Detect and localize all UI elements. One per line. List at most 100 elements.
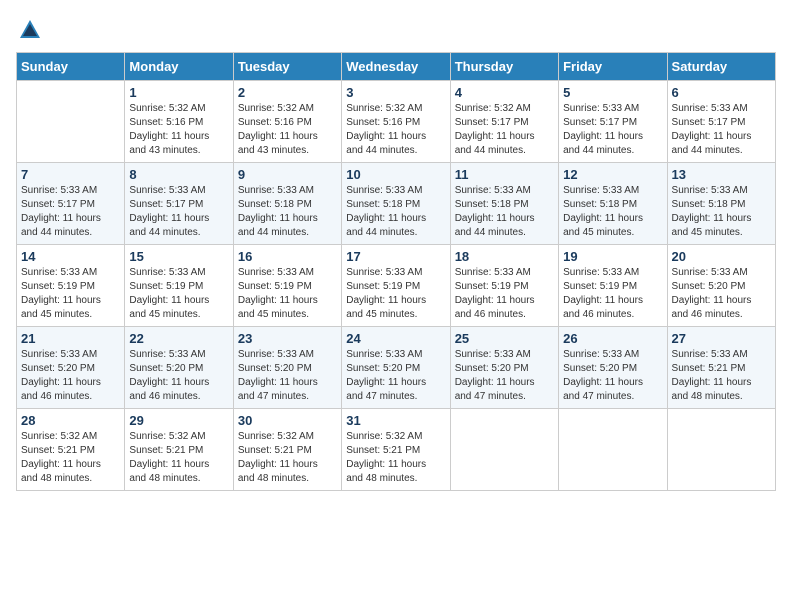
week-row-5: 28 Sunrise: 5:32 AM Sunset: 5:21 PM Dayli…: [17, 409, 776, 491]
day-cell: 29 Sunrise: 5:32 AM Sunset: 5:21 PM Dayli…: [125, 409, 233, 491]
day-cell: 24Sunrise: 5:33 AM Sunset: 5:20 PM Dayli…: [342, 327, 450, 409]
day-detail: Sunrise: 5:33 AM Sunset: 5:21 PM Dayligh…: [672, 348, 771, 404]
day-cell: 15Sunrise: 5:33 AM Sunset: 5:19 PM Dayli…: [125, 245, 233, 327]
day-detail: Sunrise: 5:33 AM Sunset: 5:17 PM Dayligh…: [672, 102, 771, 158]
day-detail: Sunrise: 5:33 AM Sunset: 5:18 PM Dayligh…: [672, 184, 771, 240]
day-number: 12: [563, 167, 662, 182]
day-detail: Sunrise: 5:33 AM Sunset: 5:18 PM Dayligh…: [238, 184, 337, 240]
day-detail: Sunrise: 5:32 AM Sunset: 5:21 PM Dayligh…: [129, 430, 228, 486]
column-header-monday: Monday: [125, 53, 233, 81]
day-number: 2: [238, 85, 337, 100]
day-number: 11: [455, 167, 554, 182]
day-cell: 10 Sunrise: 5:33 AM Sunset: 5:18 PM Dayli…: [342, 163, 450, 245]
day-cell: 17 Sunrise: 5:33 AM Sunset: 5:19 PM Dayli…: [342, 245, 450, 327]
day-detail: Sunrise: 5:33 AM Sunset: 5:18 PM Dayligh…: [455, 184, 554, 240]
column-header-tuesday: Tuesday: [233, 53, 341, 81]
calendar-header-row: SundayMondayTuesdayWednesdayThursdayFrid…: [17, 53, 776, 81]
day-cell: 7 Sunrise: 5:33 AM Sunset: 5:17 PM Daylig…: [17, 163, 125, 245]
week-row-1: 1Sunrise: 5:32 AM Sunset: 5:16 PM Daylig…: [17, 81, 776, 163]
day-cell: 13 Sunrise: 5:33 AM Sunset: 5:18 PM Dayli…: [667, 163, 775, 245]
day-cell: 1Sunrise: 5:32 AM Sunset: 5:16 PM Daylig…: [125, 81, 233, 163]
day-number: 5: [563, 85, 662, 100]
day-detail: Sunrise: 5:33 AM Sunset: 5:20 PM Dayligh…: [346, 348, 445, 404]
day-number: 22: [129, 331, 228, 346]
day-number: 8: [129, 167, 228, 182]
week-row-2: 7 Sunrise: 5:33 AM Sunset: 5:17 PM Daylig…: [17, 163, 776, 245]
day-number: 31: [346, 413, 445, 428]
day-number: 29: [129, 413, 228, 428]
day-number: 9: [238, 167, 337, 182]
day-cell: 12 Sunrise: 5:33 AM Sunset: 5:18 PM Dayli…: [559, 163, 667, 245]
day-number: 13: [672, 167, 771, 182]
column-header-wednesday: Wednesday: [342, 53, 450, 81]
column-header-friday: Friday: [559, 53, 667, 81]
day-cell: 14Sunrise: 5:33 AM Sunset: 5:19 PM Dayli…: [17, 245, 125, 327]
day-detail: Sunrise: 5:33 AM Sunset: 5:20 PM Dayligh…: [21, 348, 120, 404]
day-number: 18: [455, 249, 554, 264]
day-detail: Sunrise: 5:32 AM Sunset: 5:17 PM Dayligh…: [455, 102, 554, 158]
column-header-sunday: Sunday: [17, 53, 125, 81]
day-number: 30: [238, 413, 337, 428]
day-number: 25: [455, 331, 554, 346]
day-number: 17: [346, 249, 445, 264]
day-number: 19: [563, 249, 662, 264]
day-cell: 3Sunrise: 5:32 AM Sunset: 5:16 PM Daylig…: [342, 81, 450, 163]
day-cell: 2 Sunrise: 5:32 AM Sunset: 5:16 PM Daylig…: [233, 81, 341, 163]
day-detail: Sunrise: 5:32 AM Sunset: 5:21 PM Dayligh…: [21, 430, 120, 486]
logo-icon: [16, 16, 44, 44]
day-cell: 25 Sunrise: 5:33 AM Sunset: 5:20 PM Dayli…: [450, 327, 558, 409]
day-detail: Sunrise: 5:33 AM Sunset: 5:18 PM Dayligh…: [346, 184, 445, 240]
day-detail: Sunrise: 5:32 AM Sunset: 5:16 PM Dayligh…: [238, 102, 337, 158]
day-cell: 6 Sunrise: 5:33 AM Sunset: 5:17 PM Daylig…: [667, 81, 775, 163]
day-number: 10: [346, 167, 445, 182]
week-row-3: 14 Sunrise: 5:33 AM Sunset: 5:19 PM Dayli…: [17, 245, 776, 327]
day-detail: Sunrise: 5:33 AM Sunset: 5:19 PM Dayligh…: [346, 266, 445, 322]
day-detail: Sunrise: 5:33 AM Sunset: 5:20 PM Dayligh…: [455, 348, 554, 404]
day-cell: 4Sunrise: 5:32 AM Sunset: 5:17 PM Daylig…: [450, 81, 558, 163]
day-cell: [17, 81, 125, 163]
day-detail: Sunrise: 5:33 AM Sunset: 5:18 PM Dayligh…: [563, 184, 662, 240]
day-detail: Sunrise: 5:33 AM Sunset: 5:19 PM Dayligh…: [238, 266, 337, 322]
day-cell: 11 Sunrise: 5:33 AM Sunset: 5:18 PM Dayli…: [450, 163, 558, 245]
day-number: 20: [672, 249, 771, 264]
day-number: 14: [21, 249, 120, 264]
day-detail: Sunrise: 5:33 AM Sunset: 5:20 PM Dayligh…: [563, 348, 662, 404]
day-number: 28: [21, 413, 120, 428]
day-detail: Sunrise: 5:33 AM Sunset: 5:19 PM Dayligh…: [563, 266, 662, 322]
day-cell: 20Sunrise: 5:33 AM Sunset: 5:20 PM Dayli…: [667, 245, 775, 327]
day-number: 23: [238, 331, 337, 346]
day-detail: Sunrise: 5:33 AM Sunset: 5:20 PM Dayligh…: [238, 348, 337, 404]
day-detail: Sunrise: 5:33 AM Sunset: 5:19 PM Dayligh…: [455, 266, 554, 322]
day-cell: 27 Sunrise: 5:33 AM Sunset: 5:21 PM Dayli…: [667, 327, 775, 409]
day-detail: Sunrise: 5:33 AM Sunset: 5:17 PM Dayligh…: [129, 184, 228, 240]
day-detail: Sunrise: 5:32 AM Sunset: 5:16 PM Dayligh…: [129, 102, 228, 158]
day-cell: 9 Sunrise: 5:33 AM Sunset: 5:18 PM Daylig…: [233, 163, 341, 245]
day-number: 16: [238, 249, 337, 264]
day-detail: Sunrise: 5:33 AM Sunset: 5:19 PM Dayligh…: [129, 266, 228, 322]
column-header-thursday: Thursday: [450, 53, 558, 81]
day-cell: 23 Sunrise: 5:33 AM Sunset: 5:20 PM Dayli…: [233, 327, 341, 409]
day-cell: [667, 409, 775, 491]
week-row-4: 21Sunrise: 5:33 AM Sunset: 5:20 PM Dayli…: [17, 327, 776, 409]
day-cell: 30Sunrise: 5:32 AM Sunset: 5:21 PM Dayli…: [233, 409, 341, 491]
day-cell: 22 Sunrise: 5:33 AM Sunset: 5:20 PM Dayli…: [125, 327, 233, 409]
day-detail: Sunrise: 5:32 AM Sunset: 5:21 PM Dayligh…: [346, 430, 445, 486]
day-cell: 18 Sunrise: 5:33 AM Sunset: 5:19 PM Dayli…: [450, 245, 558, 327]
day-number: 6: [672, 85, 771, 100]
day-detail: Sunrise: 5:33 AM Sunset: 5:20 PM Dayligh…: [129, 348, 228, 404]
day-number: 7: [21, 167, 120, 182]
calendar-table: SundayMondayTuesdayWednesdayThursdayFrid…: [16, 52, 776, 491]
day-cell: 19 Sunrise: 5:33 AM Sunset: 5:19 PM Dayli…: [559, 245, 667, 327]
day-number: 3: [346, 85, 445, 100]
logo: [16, 16, 48, 44]
day-detail: Sunrise: 5:33 AM Sunset: 5:17 PM Dayligh…: [563, 102, 662, 158]
day-cell: 16 Sunrise: 5:33 AM Sunset: 5:19 PM Dayli…: [233, 245, 341, 327]
day-detail: Sunrise: 5:33 AM Sunset: 5:17 PM Dayligh…: [21, 184, 120, 240]
day-cell: [559, 409, 667, 491]
day-number: 27: [672, 331, 771, 346]
day-cell: 26 Sunrise: 5:33 AM Sunset: 5:20 PM Dayli…: [559, 327, 667, 409]
day-cell: 5 Sunrise: 5:33 AM Sunset: 5:17 PM Daylig…: [559, 81, 667, 163]
day-number: 26: [563, 331, 662, 346]
day-cell: 28 Sunrise: 5:32 AM Sunset: 5:21 PM Dayli…: [17, 409, 125, 491]
day-cell: 21Sunrise: 5:33 AM Sunset: 5:20 PM Dayli…: [17, 327, 125, 409]
